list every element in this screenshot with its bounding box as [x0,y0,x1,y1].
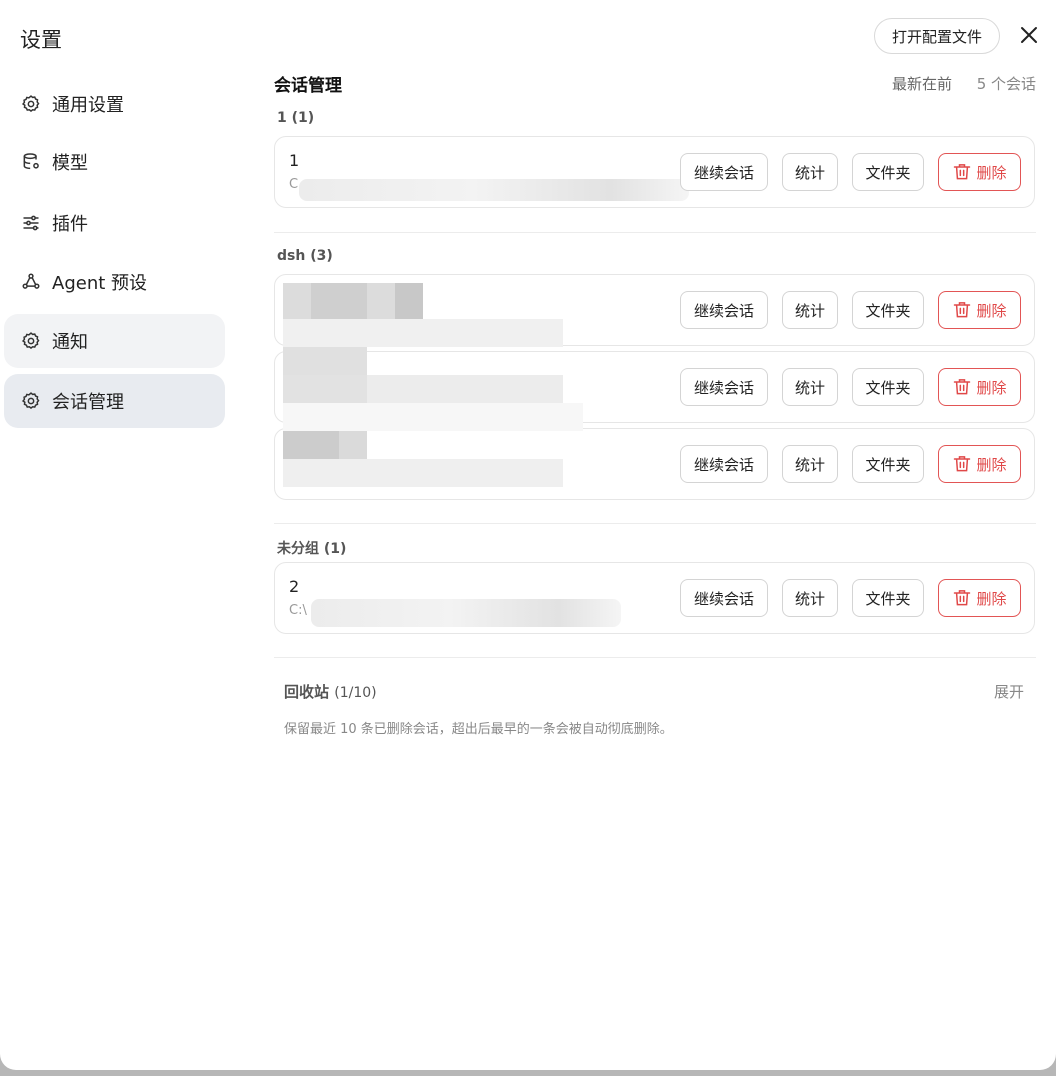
session-actions: 继续会话 统计 文件夹 删除 [680,153,1021,191]
stats-button[interactable]: 统计 [782,445,838,483]
delete-label: 删除 [976,589,1007,608]
session-name: 1 [289,151,300,170]
sort-order-toggle[interactable]: 最新在前 [892,73,952,94]
group-title: 未分组 (1) [277,541,347,557]
stats-button[interactable]: 统计 [782,579,838,617]
sidebar-item-model[interactable]: 模型 [4,135,225,189]
group-title: dsh (3) [277,248,333,264]
open-folder-button[interactable]: 文件夹 [852,579,924,617]
open-config-button[interactable]: 打开配置文件 [874,18,1000,54]
session-count: 5 个会话 [976,75,1036,93]
redacted-path [311,599,621,627]
sidebar-item-label: Agent 预设 [52,273,148,294]
page-title: 会话管理 [274,76,342,96]
session-actions: 继续会话 统计 文件夹 删除 [680,579,1021,617]
open-folder-button[interactable]: 文件夹 [852,291,924,329]
sidebar-item-agent-presets[interactable]: Agent 预设 [4,255,225,309]
session-path: C:\ [289,603,307,618]
recycle-bin-title: 回收站 (1/10) [284,681,377,702]
sidebar-item-label: 模型 [52,153,88,174]
divider [274,523,1036,524]
sidebar-item-notifications[interactable]: 通知 [4,314,225,368]
sidebar-item-general[interactable]: 通用设置 [4,77,225,131]
session-name: 2 [289,577,300,596]
session-actions: 继续会话 统计 文件夹 删除 [680,445,1021,483]
stats-button[interactable]: 统计 [782,368,838,406]
session-card[interactable]: 1 C 继续会话 统计 文件夹 删除 [274,136,1035,208]
delete-button[interactable]: 删除 [938,579,1021,617]
sidebar-item-plugins[interactable]: 插件 [4,196,225,250]
sidebar-item-label: 通知 [52,332,88,353]
group-title: 1 (1) [277,110,315,126]
recycle-bin-note: 保留最近 10 条已删除会话，超出后最早的一条会被自动彻底删除。 [284,722,673,737]
delete-label: 删除 [976,378,1007,397]
continue-session-button[interactable]: 继续会话 [680,291,768,329]
recycle-bin-label: 回收站 [284,683,330,701]
expand-button[interactable]: 展开 [994,681,1024,702]
close-icon [1020,26,1038,48]
session-card[interactable]: 继续会话 统计 文件夹 删除 [274,351,1035,423]
gear-icon [20,330,42,352]
continue-session-button[interactable]: 继续会话 [680,445,768,483]
sidebar-item-label: 会话管理 [52,392,124,413]
settings-title: 设置 [20,28,62,52]
stats-button[interactable]: 统计 [782,291,838,329]
delete-label: 删除 [976,163,1007,182]
session-actions: 继续会话 统计 文件夹 删除 [680,368,1021,406]
stats-button[interactable]: 统计 [782,153,838,191]
delete-button[interactable]: 删除 [938,153,1021,191]
close-button[interactable] [1016,24,1042,50]
trash-icon [954,590,971,606]
session-card[interactable]: 2 C:\ 继续会话 统计 文件夹 删除 [274,562,1035,634]
trash-icon [954,164,971,180]
open-folder-button[interactable]: 文件夹 [852,153,924,191]
trash-icon [954,302,971,318]
continue-session-button[interactable]: 继续会话 [680,153,768,191]
settings-window: 设置 通用设置 模型 插件 Agent 预设 通知 会话管理 打开配置文件 会话… [0,0,1056,1070]
trash-icon [954,456,971,472]
delete-label: 删除 [976,455,1007,474]
sidebar-item-label: 通用设置 [52,95,124,116]
gear-icon [20,390,42,412]
sidebar-item-label: 插件 [52,214,88,235]
recycle-bin-count: (1/10) [334,685,377,701]
database-icon [20,151,42,173]
delete-label: 删除 [976,301,1007,320]
redacted-path [299,179,689,201]
gear-icon [20,93,42,115]
session-card[interactable]: 继续会话 统计 文件夹 删除 [274,274,1035,346]
agent-icon [20,271,42,293]
continue-session-button[interactable]: 继续会话 [680,368,768,406]
sidebar: 设置 通用设置 模型 插件 Agent 预设 通知 会话管理 [0,0,236,1070]
trash-icon [954,379,971,395]
session-actions: 继续会话 统计 文件夹 删除 [680,291,1021,329]
delete-button[interactable]: 删除 [938,368,1021,406]
delete-button[interactable]: 删除 [938,291,1021,329]
divider [274,657,1036,658]
sidebar-item-session-management[interactable]: 会话管理 [4,374,225,428]
session-card[interactable]: 继续会话 统计 文件夹 删除 [274,428,1035,500]
session-path: C [289,177,299,192]
divider [274,232,1036,233]
open-folder-button[interactable]: 文件夹 [852,445,924,483]
sliders-icon [20,212,42,234]
open-folder-button[interactable]: 文件夹 [852,368,924,406]
delete-button[interactable]: 删除 [938,445,1021,483]
continue-session-button[interactable]: 继续会话 [680,579,768,617]
